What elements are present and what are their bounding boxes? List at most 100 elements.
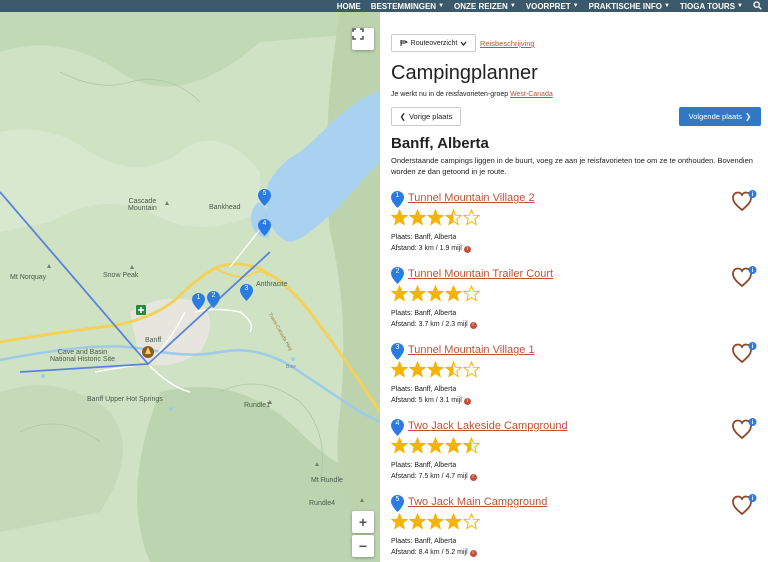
star-icon xyxy=(445,437,462,454)
chevron-down-icon: ▼ xyxy=(737,3,743,9)
nav-item-voorpret[interactable]: VOORPRET ▼ xyxy=(526,2,579,11)
star-icon xyxy=(427,209,444,226)
nav-item-label: VOORPRET xyxy=(525,1,571,11)
route-overview-select[interactable]: Routeoverzicht xyxy=(391,34,476,52)
nav-item-label: BESTEMMINGEN xyxy=(370,1,437,11)
star-icon xyxy=(427,285,444,302)
map-label-norquay: Mt Norquay xyxy=(10,274,47,281)
star-icon xyxy=(409,437,426,454)
camping-name-link[interactable]: Tunnel Mountain Village 1 xyxy=(408,344,535,356)
zoom-out-button[interactable]: − xyxy=(352,535,374,557)
star-icon xyxy=(391,209,408,226)
chevron-down-icon: ▼ xyxy=(509,3,516,9)
rating-stars xyxy=(391,209,480,227)
star-icon xyxy=(409,209,426,226)
camping-name-link[interactable]: Two Jack Main Campground xyxy=(408,496,547,508)
camping-item: 1 Tunnel Mountain Village 2 Plaats: Banff,… xyxy=(391,189,761,259)
rating-stars xyxy=(391,437,480,455)
group-text: Je werkt nu in de reisfavorieten-groep W… xyxy=(391,91,553,98)
info-icon[interactable]: i xyxy=(463,246,471,253)
camping-name-link[interactable]: Two Jack Lakeside Campground xyxy=(408,420,568,432)
fullscreen-icon xyxy=(352,28,364,40)
route-icon xyxy=(400,40,408,46)
map-pin-1[interactable]: 1 xyxy=(192,293,205,310)
route-overview-label: Routeoverzicht xyxy=(410,39,458,47)
intro-text: Onderstaande campings liggen in de buurt… xyxy=(391,156,753,176)
info-icon[interactable]: i xyxy=(469,322,477,329)
star-icon xyxy=(427,361,444,378)
camping-name-link[interactable]: Tunnel Mountain Village 2 xyxy=(408,192,535,204)
star-icon xyxy=(463,437,480,454)
page-title: Campingplanner xyxy=(391,62,538,84)
map-label-snowpeak: Snow Peak xyxy=(103,272,139,279)
camping-place: Plaats: Banff, Alberta xyxy=(391,386,457,393)
camping-name-link[interactable]: Tunnel Mountain Trailer Court xyxy=(408,268,553,280)
fullscreen-button[interactable] xyxy=(352,28,374,50)
chevron-down-icon: ▼ xyxy=(663,3,670,9)
nav-item-tioga-tours[interactable]: TIOGA TOURS ▼ xyxy=(680,2,743,11)
star-icon xyxy=(463,361,480,378)
star-icon xyxy=(409,361,426,378)
map-pin-2[interactable]: 2 xyxy=(207,291,220,308)
map-pin-4[interactable]: 4 xyxy=(258,219,271,236)
nav-menu: HOME BESTEMMINGEN ▼ ONZE REIZEN ▼ VOORPRET ▼ PR… xyxy=(337,0,762,12)
next-place-button[interactable]: Volgende plaats ❯ xyxy=(679,107,761,126)
camping-item: 3 Tunnel Mountain Village 1 Plaats: Banff,… xyxy=(391,341,761,411)
rating-stars xyxy=(391,285,480,303)
camping-place: Plaats: Banff, Alberta xyxy=(391,310,457,317)
star-icon xyxy=(463,513,480,530)
nav-item-label: ONZE REIZEN xyxy=(454,1,508,11)
nav-item-label: TIOGA TOURS xyxy=(679,1,736,11)
group-link[interactable]: West-Canada xyxy=(510,91,553,98)
favorite-button[interactable]: i xyxy=(731,417,759,441)
chevron-down-icon xyxy=(460,41,467,46)
info-icon[interactable]: i xyxy=(469,474,477,481)
favorite-button[interactable]: i xyxy=(731,493,759,517)
map-label-rundle4: Rundle4 xyxy=(309,500,336,507)
map[interactable]: Cascade Mountain Bankhead Mt Norquay Sno… xyxy=(0,12,380,562)
camping-info: Plaats: Banff, Alberta Afstand: 7.5 km / … xyxy=(391,460,477,482)
heart-icon: i xyxy=(732,266,757,288)
camping-number-pin: 3 xyxy=(391,343,404,360)
route-description-link[interactable]: Reisbeschrijving xyxy=(480,39,535,48)
nav-item-label: PRAKTISCHE INFO xyxy=(588,1,662,11)
previous-place-button[interactable]: ❮ Vorige plaats xyxy=(391,107,461,126)
favorite-button[interactable]: i xyxy=(731,265,759,289)
star-icon xyxy=(445,285,462,302)
map-pin-5[interactable]: 5 xyxy=(258,189,271,206)
nav-item-onze-reizen[interactable]: ONZE REIZEN ▼ xyxy=(454,2,516,11)
chevron-left-icon: ❮ xyxy=(399,112,406,121)
camping-distance: Afstand: 8.4 km / 5.2 mijl xyxy=(391,549,468,556)
map-label-mt-rundle: Mt Rundle xyxy=(311,477,343,484)
zoom-in-button[interactable]: + xyxy=(352,511,374,533)
top-navigation: HOME BESTEMMINGEN ▼ ONZE REIZEN ▼ VOORPRET ▼ PR… xyxy=(0,0,768,12)
camping-distance: Afstand: 3.7 km / 2.3 mijl xyxy=(391,321,468,328)
star-icon xyxy=(409,513,426,530)
nav-item-praktische-info[interactable]: PRAKTISCHE INFO ▼ xyxy=(589,2,670,11)
map-label-bankhead: Bankhead xyxy=(209,204,241,211)
star-icon xyxy=(463,285,480,302)
star-icon xyxy=(391,285,408,302)
rating-stars xyxy=(391,513,480,531)
camping-planner-panel: Routeoverzicht Reisbeschrijving Campingp… xyxy=(380,12,768,562)
next-place-label: Volgende plaats xyxy=(688,112,743,121)
nav-item-home[interactable]: HOME xyxy=(337,2,361,11)
info-icon[interactable]: i xyxy=(463,398,471,405)
camping-number-pin: 1 xyxy=(391,191,404,208)
map-label-bow: Bow xyxy=(286,364,296,370)
camping-number-pin: 4 xyxy=(391,419,404,436)
previous-place-label: Vorige plaats xyxy=(408,112,453,121)
favorite-button[interactable]: i xyxy=(731,341,759,365)
star-icon xyxy=(445,513,462,530)
star-icon xyxy=(391,513,408,530)
nav-item-bestemmingen[interactable]: BESTEMMINGEN ▼ xyxy=(371,2,444,11)
heart-icon: i xyxy=(732,190,757,212)
star-icon xyxy=(445,209,462,226)
star-icon xyxy=(427,513,444,530)
star-icon xyxy=(427,437,444,454)
info-icon[interactable]: i xyxy=(469,550,477,557)
map-pin-3[interactable]: 3 xyxy=(240,284,253,301)
map-label-hot-springs: Banff Upper Hot Springs xyxy=(87,396,163,403)
search-icon[interactable] xyxy=(753,0,762,12)
favorite-button[interactable]: i xyxy=(731,189,759,213)
